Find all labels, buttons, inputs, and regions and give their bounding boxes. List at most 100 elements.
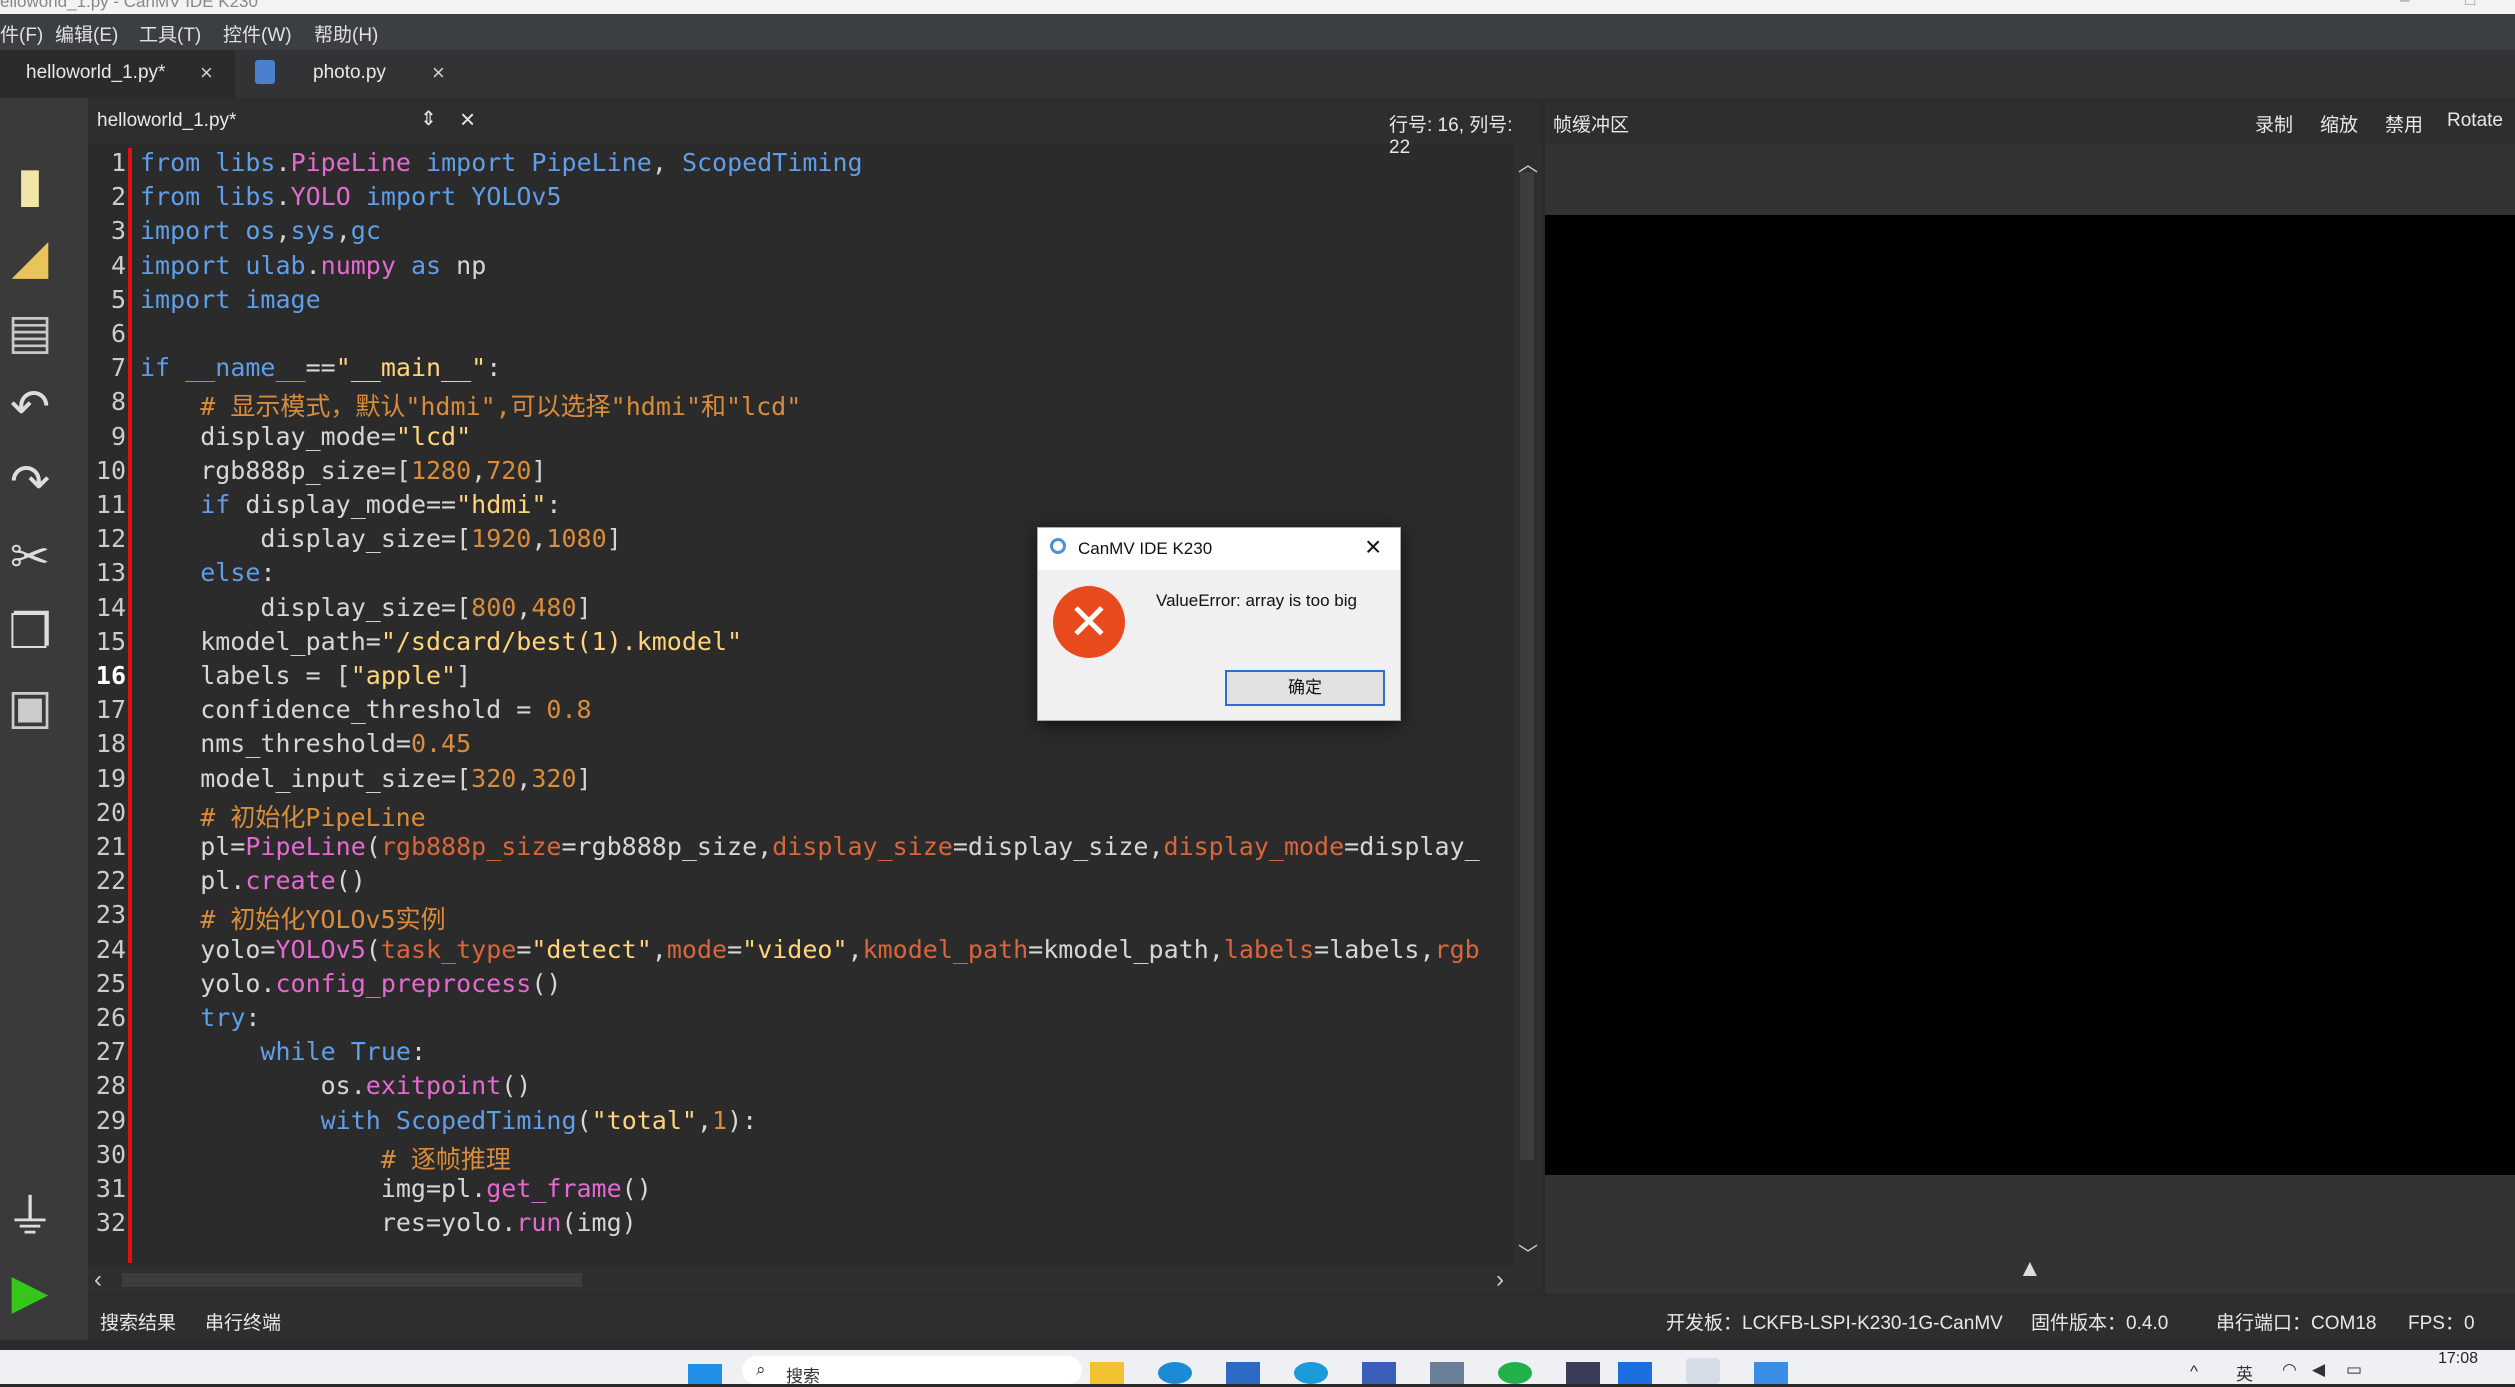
taskbar-search[interactable]: ⌕ 搜索	[742, 1356, 1082, 1386]
app-icon[interactable]	[1618, 1362, 1652, 1384]
code-line[interactable]: yolo.config_preprocess()	[140, 969, 561, 998]
code-line[interactable]: try:	[140, 1003, 260, 1032]
copy-icon[interactable]: ❐	[0, 603, 60, 663]
scroll-left-icon[interactable]: ‹	[94, 1266, 102, 1294]
code-line[interactable]: with ScopedTiming("total",1):	[140, 1106, 758, 1135]
code-line[interactable]: import os,sys,gc	[140, 216, 381, 245]
expand-up-icon[interactable]: ▲	[2018, 1255, 2042, 1283]
tab-helloworld[interactable]: helloworld_1.py* ×	[0, 50, 235, 98]
code-line[interactable]: if display_mode=="hdmi":	[140, 490, 561, 519]
zoom-button[interactable]: 缩放	[2320, 110, 2358, 137]
menu-file[interactable]: 件(F)	[0, 20, 43, 47]
redo-icon[interactable]: ↷	[0, 453, 60, 513]
line-number: 18	[95, 729, 126, 759]
save-icon[interactable]: ▤	[0, 303, 60, 363]
maximize-icon[interactable]: □	[2465, 0, 2475, 10]
code-line[interactable]: from libs.YOLO import YOLOv5	[140, 182, 562, 211]
code-line[interactable]: from libs.PipeLine import PipeLine, Scop…	[140, 148, 863, 177]
code-line[interactable]: labels = ["apple"]	[140, 661, 471, 690]
scroll-thumb[interactable]	[1520, 172, 1534, 1160]
file-switch-icon[interactable]: ⇕	[420, 106, 437, 131]
vertical-scrollbar[interactable]: ︿ ﹀	[1514, 144, 1542, 1266]
code-line[interactable]: # 显示模式，默认"hdmi",可以选择"hdmi"和"lcd"	[140, 387, 801, 423]
code-line[interactable]: nms_threshold=0.45	[140, 729, 471, 758]
notepad-icon[interactable]	[1754, 1362, 1788, 1384]
code-line[interactable]: else:	[140, 558, 275, 587]
close-icon[interactable]: ×	[432, 60, 445, 86]
tab-serial-terminal[interactable]: 串行终端	[205, 1308, 281, 1335]
code-line[interactable]: import ulab.numpy as np	[140, 251, 486, 280]
clock[interactable]: 17:08	[2438, 1350, 2478, 1368]
menu-help[interactable]: 帮助(H)	[314, 20, 378, 47]
edge-icon[interactable]	[1158, 1362, 1192, 1384]
windows-start-icon[interactable]	[688, 1364, 722, 1384]
paste-icon[interactable]: ▣	[0, 678, 60, 738]
menu-edit[interactable]: 编辑(E)	[55, 20, 118, 47]
scroll-thumb[interactable]	[122, 1273, 582, 1287]
code-line[interactable]: display_mode="lcd"	[140, 422, 471, 451]
close-icon[interactable]: ×	[200, 60, 213, 86]
scroll-down-icon[interactable]: ﹀	[1518, 1238, 1538, 1267]
wechat-icon[interactable]	[1498, 1362, 1532, 1384]
code-line[interactable]: # 初始化PipeLine	[140, 798, 426, 834]
line-number: 6	[110, 319, 126, 348]
app-icon[interactable]	[1226, 1362, 1260, 1384]
code-line[interactable]: confidence_threshold = 0.8	[140, 695, 591, 724]
app-icon[interactable]	[1294, 1362, 1328, 1384]
minimize-icon[interactable]: –	[2400, 0, 2409, 10]
undo-icon[interactable]: ↶	[0, 378, 60, 438]
code-line[interactable]: rgb888p_size=[1280,720]	[140, 456, 546, 485]
code-line[interactable]: # 初始化YOLOv5实例	[140, 900, 445, 936]
code-line[interactable]: pl.create()	[140, 866, 366, 895]
line-number: 10	[95, 455, 126, 485]
connect-icon[interactable]: ⏚	[0, 1188, 60, 1248]
explorer-icon[interactable]	[1090, 1362, 1124, 1384]
code-line[interactable]: kmodel_path="/sdcard/best(1).kmodel"	[140, 627, 742, 656]
canmv-ide-icon[interactable]	[1686, 1358, 1720, 1384]
board-info: 开发板：LCKFB-LSPI-K230-1G-CanMV	[1666, 1313, 2003, 1334]
close-icon[interactable]: ×	[460, 104, 475, 135]
tab-photo[interactable]: photo.py ×	[235, 50, 465, 98]
serial-port[interactable]: 串行端口：COM18	[2216, 1308, 2376, 1335]
ok-button[interactable]: 确定	[1225, 670, 1385, 706]
code-line[interactable]: display_size=[1920,1080]	[140, 524, 621, 553]
code-line[interactable]: yolo=YOLOv5(task_type="detect",mode="vid…	[140, 935, 1480, 964]
cut-icon[interactable]: ✂	[0, 528, 60, 588]
store-icon[interactable]	[1362, 1362, 1396, 1384]
app-icon[interactable]	[1430, 1362, 1464, 1384]
code-line[interactable]: model_input_size=[320,320]	[140, 764, 591, 793]
scroll-right-icon[interactable]: ›	[1496, 1266, 1504, 1294]
code-line[interactable]: img=pl.get_frame()	[140, 1174, 652, 1203]
framebuffer-view	[1545, 215, 2515, 1175]
code-line[interactable]: pl=PipeLine(rgb888p_size=rgb888p_size,di…	[140, 832, 1479, 861]
code-line[interactable]: os.exitpoint()	[140, 1071, 532, 1100]
code-line[interactable]: # 逐帧推理	[140, 1140, 511, 1176]
open-folder-icon[interactable]: ◢	[0, 228, 60, 288]
tab-search-results[interactable]: 搜索结果	[100, 1308, 176, 1335]
modified-marker	[128, 148, 132, 1263]
code-line[interactable]: display_size=[800,480]	[140, 593, 591, 622]
new-file-icon[interactable]: ▮	[0, 156, 60, 216]
left-toolbar: ▮ ◢ ▤ ↶ ↷ ✂ ❐ ▣ ⏚ ▶	[0, 98, 88, 1340]
wifi-icon[interactable]: ◠	[2282, 1360, 2297, 1380]
menu-widgets[interactable]: 控件(W)	[223, 20, 292, 47]
horizontal-scrollbar[interactable]: ‹ ›	[88, 1266, 1542, 1294]
record-button[interactable]: 录制	[2255, 110, 2293, 137]
code-line[interactable]: while True:	[140, 1037, 426, 1066]
disable-button[interactable]: 禁用	[2385, 110, 2423, 137]
run-icon[interactable]: ▶	[0, 1263, 60, 1323]
close-icon[interactable]: ×	[1365, 531, 1381, 563]
menu-bar: 件(F) 编辑(E) 工具(T) 控件(W) 帮助(H)	[0, 14, 2515, 50]
rotate-button[interactable]: Rotate	[2447, 110, 2503, 132]
battery-icon[interactable]: ▭	[2346, 1360, 2362, 1380]
chevron-up-icon[interactable]: ^	[2190, 1362, 2198, 1382]
line-number: 31	[95, 1174, 126, 1203]
code-line[interactable]: res=yolo.run(img)	[140, 1208, 637, 1237]
code-line[interactable]: import image	[140, 285, 321, 314]
input-language[interactable]: 英	[2236, 1360, 2253, 1385]
menu-tools[interactable]: 工具(T)	[139, 20, 201, 47]
editor-file-label[interactable]: helloworld_1.py*	[97, 110, 236, 132]
code-line[interactable]: if __name__=="__main__":	[140, 353, 501, 382]
app-icon[interactable]	[1566, 1362, 1600, 1384]
volume-icon[interactable]: ◀	[2312, 1360, 2325, 1380]
